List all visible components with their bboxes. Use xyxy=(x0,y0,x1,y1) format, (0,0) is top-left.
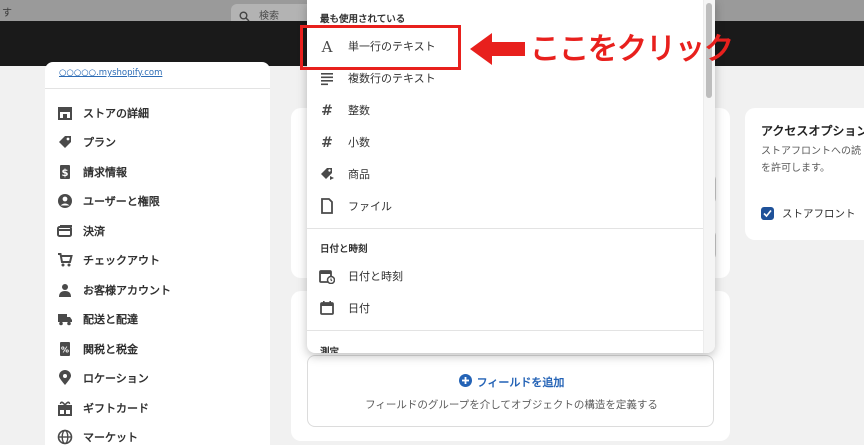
customer-icon xyxy=(57,282,73,298)
option-product[interactable]: 商品 xyxy=(319,161,699,187)
plus-circle-icon xyxy=(458,372,472,391)
sidebar-item-label: ロケーション xyxy=(83,372,149,385)
sidebar-item-label: お客様アカウント xyxy=(83,284,171,297)
file-icon xyxy=(319,198,335,214)
checkmark-icon xyxy=(763,209,772,218)
sidebar-item-users[interactable]: ユーザーと権限 xyxy=(57,190,257,212)
sidebar-item-billing[interactable]: $ 請求情報 xyxy=(57,161,257,183)
option-label: 日付 xyxy=(348,302,370,315)
calendar-icon xyxy=(319,300,335,316)
sidebar-item-label: チェックアウト xyxy=(83,254,160,267)
add-field-help: フィールドのグループを介してオブジェクトの構造を定義する xyxy=(365,399,658,411)
settings-sidebar: ○○○○○.myshopify.com ストアの詳細 プラン $ 請求情報 ユー… xyxy=(45,62,270,445)
payment-card-icon xyxy=(57,223,73,239)
sidebar-divider xyxy=(45,88,270,89)
hash-icon: # xyxy=(319,134,335,150)
access-options-title: アクセスオプション xyxy=(761,124,864,138)
paragraph-lines-icon xyxy=(319,70,335,86)
sidebar-item-store-details[interactable]: ストアの詳細 xyxy=(57,102,257,124)
option-label: 複数行のテキスト xyxy=(348,72,436,85)
store-url-link[interactable]: ○○○○○.myshopify.com xyxy=(59,68,162,78)
truck-icon xyxy=(57,311,73,327)
dropdown-divider xyxy=(307,228,703,229)
access-desc-line2: を許可します。 xyxy=(761,163,830,174)
svg-text:#: # xyxy=(321,103,333,118)
storefront-checkbox[interactable] xyxy=(761,207,774,220)
add-field-card: フィールドを追加 フィールドのグループを介してオブジェクトの構造を定義する xyxy=(307,355,714,427)
section-measure-heading: 測定 xyxy=(320,347,340,353)
option-label: ファイル xyxy=(348,200,392,213)
option-integer[interactable]: # 整数 xyxy=(319,97,699,123)
add-field-label: フィールドを追加 xyxy=(476,375,565,389)
access-options-card: アクセスオプション ストアフロントへの読 を許可します。 ストアフロント xyxy=(745,108,864,240)
highlight-box xyxy=(300,25,461,70)
cart-icon xyxy=(57,252,73,268)
tax-icon: % xyxy=(57,341,73,357)
sidebar-item-checkout[interactable]: チェックアウト xyxy=(57,249,257,271)
sidebar-item-customer-accounts[interactable]: お客様アカウント xyxy=(57,279,257,301)
section-frequent-heading: 最も使用されている xyxy=(320,14,406,25)
search-placeholder: 検索 xyxy=(259,11,279,22)
location-pin-icon xyxy=(57,370,73,386)
sidebar-item-shipping[interactable]: 配送と配達 xyxy=(57,308,257,330)
sidebar-item-label: 配送と配達 xyxy=(83,313,138,326)
product-tag-icon xyxy=(319,166,335,182)
sidebar-item-locations[interactable]: ロケーション xyxy=(57,367,257,389)
option-date-time[interactable]: 日付と時刻 xyxy=(319,263,699,289)
sidebar-item-label: 決済 xyxy=(83,225,105,238)
hash-icon: # xyxy=(319,102,335,118)
billing-icon: $ xyxy=(57,164,73,180)
option-label: 日付と時刻 xyxy=(348,270,403,283)
option-label: 整数 xyxy=(348,104,370,117)
add-field-button[interactable]: フィールドを追加 xyxy=(308,372,715,391)
gift-icon xyxy=(57,400,73,416)
sidebar-item-markets[interactable]: マーケット xyxy=(57,426,257,445)
sidebar-item-taxes[interactable]: % 関税と税金 xyxy=(57,338,257,360)
sidebar-item-label: 請求情報 xyxy=(83,166,127,179)
option-label: 商品 xyxy=(348,168,370,181)
option-date[interactable]: 日付 xyxy=(319,295,699,321)
svg-text:%: % xyxy=(61,346,69,355)
option-label: 小数 xyxy=(348,136,370,149)
sidebar-item-payments[interactable]: 決済 xyxy=(57,220,257,242)
option-file[interactable]: ファイル xyxy=(319,193,699,219)
dropdown-divider xyxy=(307,330,703,331)
red-arrow-icon xyxy=(468,31,528,71)
store-icon xyxy=(57,105,73,121)
sidebar-item-label: ストアの詳細 xyxy=(83,107,149,120)
sidebar-item-label: プラン xyxy=(83,136,116,149)
section-datetime-heading: 日付と時刻 xyxy=(320,244,368,255)
storefront-checkbox-label: ストアフロント xyxy=(782,208,856,220)
sidebar-item-label: ユーザーと権限 xyxy=(83,195,160,208)
sidebar-item-label: 関税と税金 xyxy=(83,343,138,356)
access-desc-line1: ストアフロントへの読 xyxy=(761,146,861,157)
user-icon xyxy=(57,193,73,209)
sidebar-item-plan[interactable]: プラン xyxy=(57,131,257,153)
sidebar-item-label: ギフトカード xyxy=(83,402,149,415)
sidebar-item-label: マーケット xyxy=(83,431,138,444)
option-decimal[interactable]: # 小数 xyxy=(319,129,699,155)
storefront-checkbox-row[interactable]: ストアフロント xyxy=(761,206,856,221)
globe-icon xyxy=(57,429,73,445)
sidebar-item-gift-cards[interactable]: ギフトカード xyxy=(57,397,257,419)
nav-fragment: す xyxy=(2,8,12,19)
svg-text:$: $ xyxy=(62,168,69,179)
svg-text:#: # xyxy=(321,135,333,150)
access-options-desc: ストアフロントへの読 を許可します。 xyxy=(761,143,861,177)
calendar-clock-icon xyxy=(319,268,335,284)
callout-text: ここをクリック xyxy=(530,32,734,67)
plan-icon xyxy=(57,134,73,150)
